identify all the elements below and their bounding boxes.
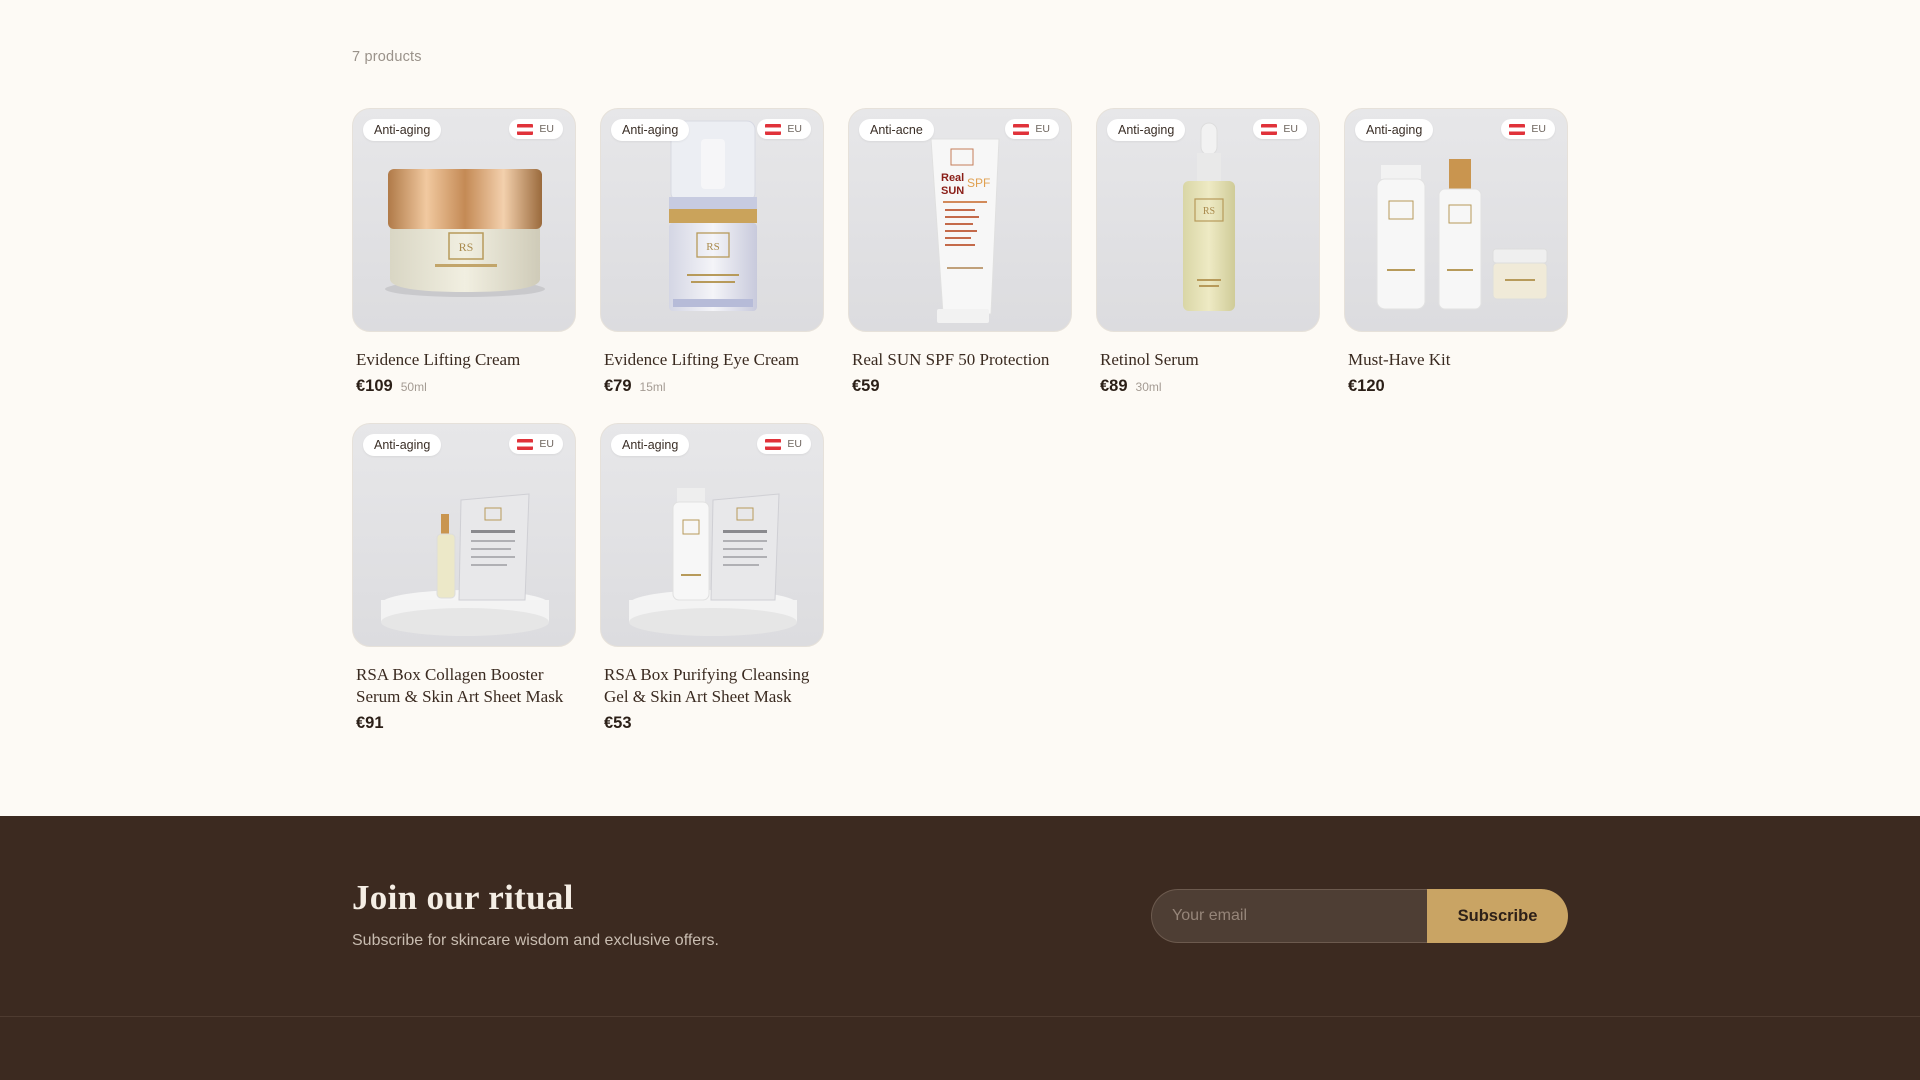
price-row: €120 xyxy=(1348,377,1568,396)
product-price: €59 xyxy=(852,377,880,395)
austria-flag-icon xyxy=(517,123,534,135)
austria-flag-icon xyxy=(765,438,782,450)
product-card[interactable]: Anti-aging EU xyxy=(600,423,824,763)
origin-label: EU xyxy=(787,438,802,450)
kit-bottles-image xyxy=(1376,159,1548,310)
category-badge: Anti-aging xyxy=(611,119,690,141)
origin-label: EU xyxy=(1531,123,1546,135)
origin-label: EU xyxy=(539,123,554,135)
product-price: €109 xyxy=(356,377,393,395)
product-price: €53 xyxy=(604,714,632,732)
cream-jar-image: RS xyxy=(385,169,545,297)
category-badge: Anti-aging xyxy=(363,434,442,456)
product-card[interactable]: Anti-aging EU xyxy=(1344,108,1568,423)
origin-badge: EU xyxy=(1005,119,1059,139)
footer-divider xyxy=(0,1016,1920,1017)
austria-flag-icon xyxy=(765,123,782,135)
price-row: €89 30ml xyxy=(1100,377,1320,396)
product-card[interactable]: Anti-aging EU xyxy=(600,108,824,423)
product-name[interactable]: Real SUN SPF 50 Protection xyxy=(852,349,1072,371)
price-row: €109 50ml xyxy=(356,377,576,396)
email-input[interactable] xyxy=(1151,889,1427,943)
price-row: €91 xyxy=(356,714,576,733)
svg-text:RS: RS xyxy=(706,241,719,253)
austria-flag-icon xyxy=(1509,123,1526,135)
serum-dropper-image: RS xyxy=(1183,122,1235,311)
origin-badge: EU xyxy=(757,434,811,454)
austria-flag-icon xyxy=(1013,123,1030,135)
product-size: 50ml xyxy=(400,380,427,394)
origin-badge: EU xyxy=(1501,119,1555,139)
product-size: 15ml xyxy=(639,380,666,394)
product-image[interactable]: Anti-aging EU xyxy=(600,423,824,647)
svg-text:Real: Real xyxy=(941,172,964,184)
product-count: 7 products xyxy=(352,49,422,65)
product-price: €91 xyxy=(356,714,384,732)
box-serum-mask-image xyxy=(381,493,549,636)
product-name[interactable]: Retinol Serum xyxy=(1100,349,1320,371)
product-image[interactable]: Anti-aging EU xyxy=(352,423,576,647)
austria-flag-icon xyxy=(517,438,534,450)
category-badge: Anti-acne xyxy=(859,119,934,141)
category-badge: Anti-aging xyxy=(363,119,442,141)
product-price: €79 xyxy=(604,377,632,395)
newsletter-subtitle: Subscribe for skincare wisdom and exclus… xyxy=(352,932,719,949)
product-image[interactable]: Anti-aging EU xyxy=(352,108,576,332)
origin-badge: EU xyxy=(509,434,563,454)
product-card[interactable]: Anti-aging EU xyxy=(352,108,576,423)
price-row: €79 15ml xyxy=(604,377,824,396)
box-gel-mask-image xyxy=(629,488,797,636)
product-price: €120 xyxy=(1348,377,1385,395)
svg-text:RS: RS xyxy=(459,240,474,254)
eye-cream-bottle-image: RS xyxy=(669,120,757,311)
origin-label: EU xyxy=(539,438,554,450)
origin-badge: EU xyxy=(757,119,811,139)
category-badge: Anti-aging xyxy=(1355,119,1434,141)
subscribe-button[interactable]: Subscribe xyxy=(1427,889,1568,943)
product-name[interactable]: RSA Box Purifying Cleansing Gel & Skin A… xyxy=(604,664,824,708)
newsletter-form: Subscribe xyxy=(1151,889,1568,943)
origin-badge: EU xyxy=(509,119,563,139)
product-card[interactable]: Anti-aging EU xyxy=(352,423,576,763)
product-price: €89 xyxy=(1100,377,1128,395)
product-image[interactable]: Anti-aging EU xyxy=(1344,108,1568,332)
origin-label: EU xyxy=(1283,123,1298,135)
sunscreen-tube-image: Real SUN SPF xyxy=(930,138,1000,323)
product-image[interactable]: Anti-aging EU RS xyxy=(1096,108,1320,332)
newsletter-title: Join our ritual xyxy=(352,878,574,917)
svg-text:RS: RS xyxy=(1203,206,1215,217)
product-name[interactable]: Must-Have Kit xyxy=(1348,349,1568,371)
product-grid: Anti-aging EU RS Evidence Lifting Cream … xyxy=(352,108,1568,763)
austria-flag-icon xyxy=(1261,123,1278,135)
product-card[interactable]: Anti-aging EU RS Retinol Serum €89 30ml xyxy=(1096,108,1320,423)
svg-text:SPF: SPF xyxy=(967,176,990,190)
product-name[interactable]: Evidence Lifting Cream xyxy=(356,349,576,371)
product-size: 30ml xyxy=(1135,380,1162,394)
product-name[interactable]: RSA Box Collagen Booster Serum & Skin Ar… xyxy=(356,664,576,708)
product-card[interactable]: Anti-acne EU Real SUN SPF Real SUN SPF 5… xyxy=(848,108,1072,423)
product-image[interactable]: Anti-acne EU Real SUN SPF xyxy=(848,108,1072,332)
origin-label: EU xyxy=(1035,123,1050,135)
price-row: €53 xyxy=(604,714,824,733)
category-badge: Anti-aging xyxy=(611,434,690,456)
origin-label: EU xyxy=(787,123,802,135)
svg-text:SUN: SUN xyxy=(941,185,964,197)
product-image[interactable]: Anti-aging EU xyxy=(600,108,824,332)
price-row: €59 xyxy=(852,377,1072,396)
origin-badge: EU xyxy=(1253,119,1307,139)
newsletter-footer: Join our ritual Subscribe for skincare w… xyxy=(0,816,1920,1080)
product-name[interactable]: Evidence Lifting Eye Cream xyxy=(604,349,824,371)
category-badge: Anti-aging xyxy=(1107,119,1186,141)
